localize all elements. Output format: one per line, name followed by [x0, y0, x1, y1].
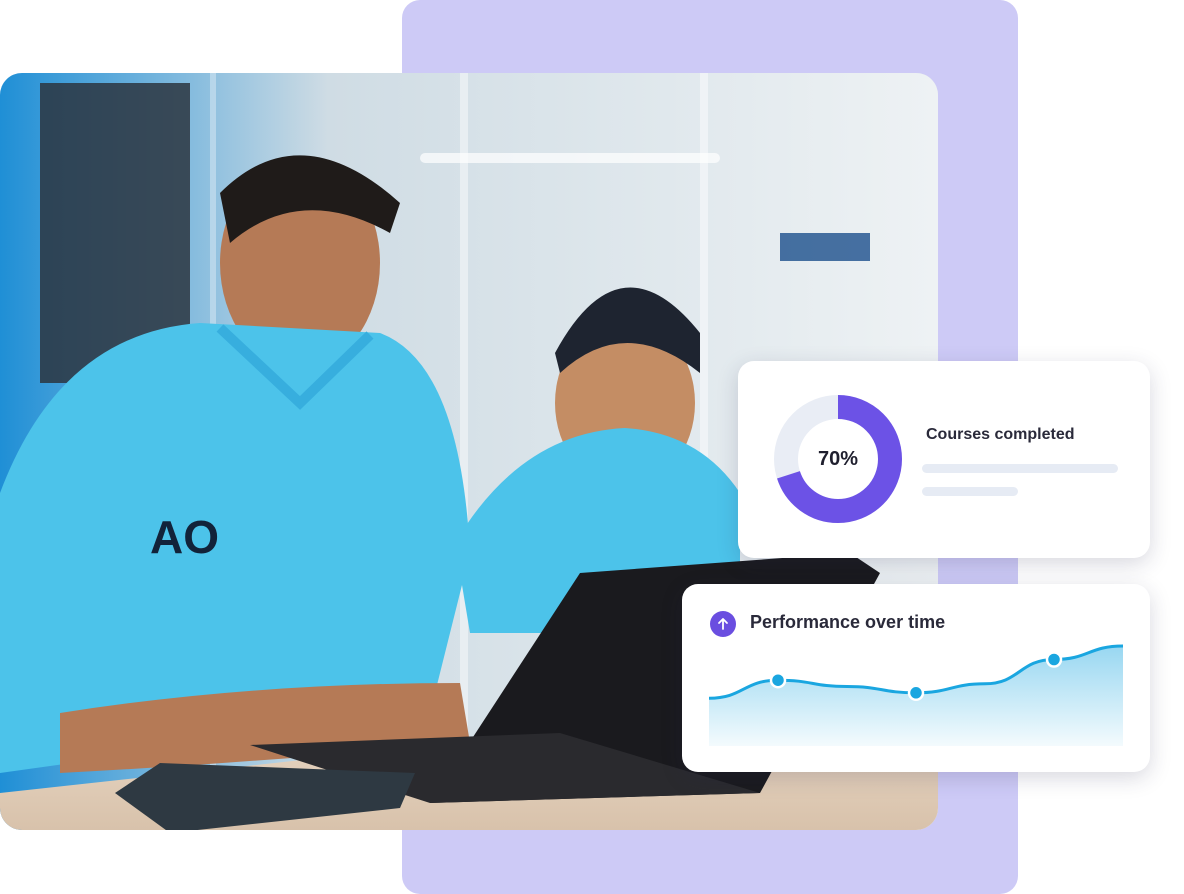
- skeleton-line: [922, 464, 1118, 473]
- courses-title: Courses completed: [926, 426, 1075, 443]
- shirt-logo: AO: [150, 511, 219, 563]
- courses-completed-card: 70% Courses completed: [738, 361, 1150, 558]
- percent-label: 70%: [817, 447, 859, 470]
- performance-card: Performance over time: [682, 584, 1150, 772]
- trend-marker: [769, 671, 787, 689]
- performance-trend-chart: [708, 644, 1124, 746]
- trend-marker: [907, 684, 925, 702]
- trend-marker: [1045, 651, 1063, 668]
- skeleton-line: [922, 487, 1018, 496]
